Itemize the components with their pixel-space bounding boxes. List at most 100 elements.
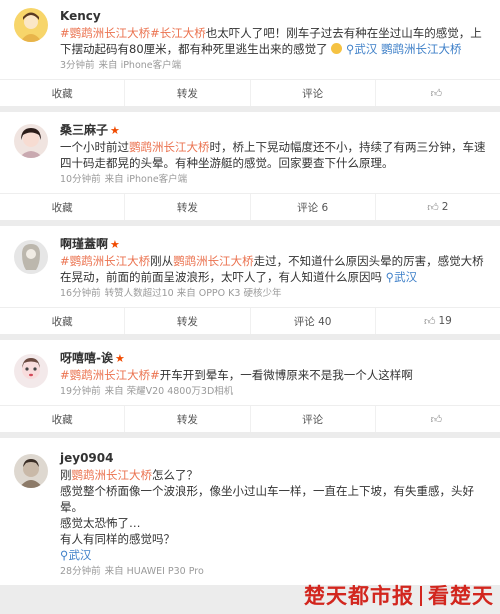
- post-meta: 3分钟前 来自 iPhone客户端: [60, 59, 490, 73]
- verified-badge-icon: ★: [110, 124, 120, 137]
- emoji-icon: [331, 43, 343, 54]
- post-source: 来自 HUAWEI P30 Pro: [104, 566, 204, 577]
- post-line: 刚鹦鹉洲长江大桥怎么了？: [60, 467, 490, 483]
- username-text: 桑三麻子: [60, 123, 109, 137]
- username[interactable]: 啊瑾蓋啊 ★: [60, 236, 490, 252]
- location-link[interactable]: 武汉: [68, 548, 91, 562]
- post-body-pre: 一个小时前过: [60, 140, 129, 154]
- watermark-divider: [420, 586, 422, 606]
- like-button[interactable]: 👍︎ 2: [374, 194, 500, 220]
- feed: Kency #鹦鹉洲长江大桥#长江大桥也太吓人了吧！刚车子过去有种在坐过山车的感…: [0, 0, 500, 585]
- thumbs-up-icon: 👍︎: [423, 314, 436, 328]
- avatar[interactable]: [14, 240, 48, 274]
- repost-label: 转发: [176, 413, 198, 426]
- hashtag[interactable]: #鹦鹉洲长江大桥#: [60, 368, 160, 382]
- username[interactable]: 呀嘻嘻-诶 ★: [60, 350, 490, 366]
- hashtag[interactable]: #鹦鹉洲长江大桥: [60, 254, 150, 268]
- thumbs-up-icon: 👍︎: [427, 200, 439, 214]
- username-text: 啊瑾蓋啊: [60, 237, 109, 251]
- action-bar: 收藏 转发 评论 6 👍︎ 2: [0, 193, 500, 220]
- post-body-mid: 刚从: [150, 254, 174, 268]
- post-line: 有人有同样的感觉吗？: [60, 532, 175, 546]
- hashtag[interactable]: 鹦鹉洲长江大桥: [173, 254, 254, 268]
- favorite-button[interactable]: 收藏: [0, 80, 124, 106]
- post-meta: 28分钟前 来自 HUAWEI P30 Pro: [60, 565, 490, 579]
- post: Kency #鹦鹉洲长江大桥#长江大桥也太吓人了吧！刚车子过去有种在坐过山车的感…: [0, 0, 500, 106]
- location-link[interactable]: 武汉: [394, 270, 417, 284]
- post-time: 28分钟前: [60, 566, 101, 577]
- comment-label: 评论 40: [293, 315, 332, 328]
- hashtag[interactable]: 鹦鹉洲长江大桥: [129, 140, 210, 154]
- like-count: 19: [438, 315, 452, 327]
- watermark-left: 楚天都市报: [304, 583, 414, 608]
- location-tag-link[interactable]: 鹦鹉洲长江大桥: [381, 42, 462, 56]
- avatar[interactable]: [14, 454, 48, 488]
- comment-label: 评论: [302, 87, 324, 100]
- post-text: #鹦鹉洲长江大桥#开车开到晕车，一看微博原来不是我一个人这样啊: [60, 367, 490, 383]
- comment-button[interactable]: 评论: [249, 406, 375, 432]
- hashtag[interactable]: 鹦鹉洲长江大桥: [72, 468, 153, 482]
- watermark-right: 看楚天: [428, 583, 494, 608]
- post: 桑三麻子 ★ 一个小时前过鹦鹉洲长江大桥时，桥上下晃动幅度还不小，持续了有两三分钟…: [0, 112, 500, 220]
- location-link[interactable]: 武汉: [354, 42, 377, 56]
- repost-label: 转发: [176, 87, 198, 100]
- favorite-label: 收藏: [51, 201, 73, 214]
- avatar[interactable]: [14, 8, 48, 42]
- post-meta: 19分钟前 来自 荣耀V20 4800万3D相机: [60, 385, 490, 399]
- favorite-label: 收藏: [51, 413, 73, 426]
- avatar[interactable]: [14, 124, 48, 158]
- post-source: 转赞人数超过10 来自 OPPO K3 硬核少年: [104, 288, 282, 299]
- avatar[interactable]: [14, 354, 48, 388]
- like-button[interactable]: 👍︎ 19: [374, 308, 500, 334]
- favorite-label: 收藏: [51, 87, 73, 100]
- post-body-post: 怎么了？: [152, 468, 198, 482]
- comment-button[interactable]: 评论 6: [249, 194, 375, 220]
- post-time: 3分钟前: [60, 60, 95, 71]
- like-button[interactable]: 👍︎: [374, 80, 500, 106]
- repost-button[interactable]: 转发: [124, 194, 249, 220]
- repost-button[interactable]: 转发: [124, 406, 249, 432]
- post-body: 开车开到晕车，一看微博原来不是我一个人这样啊: [159, 368, 413, 382]
- favorite-button[interactable]: 收藏: [0, 406, 124, 432]
- post-source: 来自 iPhone客户端: [104, 174, 188, 185]
- like-button[interactable]: 👍︎: [374, 406, 500, 432]
- favorite-button[interactable]: 收藏: [0, 308, 124, 334]
- post-text: 一个小时前过鹦鹉洲长江大桥时，桥上下晃动幅度还不小，持续了有两三分钟，车速四十码…: [60, 139, 490, 171]
- post-meta: 10分钟前 来自 iPhone客户端: [60, 173, 490, 187]
- repost-button[interactable]: 转发: [124, 80, 249, 106]
- verified-badge-icon: ★: [110, 238, 120, 251]
- newspaper-watermark: 楚天都市报 看楚天: [304, 580, 494, 610]
- comment-button[interactable]: 评论: [249, 80, 375, 106]
- post-text: 刚鹦鹉洲长江大桥怎么了？ 感觉整个桥面像一个波浪形，像坐小过山车一样，一直在上下…: [60, 467, 490, 563]
- post-line: 感觉太恐怖了…: [60, 516, 141, 530]
- comment-button[interactable]: 评论 40: [249, 308, 375, 334]
- username[interactable]: jey0904: [60, 450, 490, 466]
- repost-button[interactable]: 转发: [124, 308, 249, 334]
- favorite-button[interactable]: 收藏: [0, 194, 124, 220]
- username[interactable]: Kency: [60, 8, 490, 24]
- username[interactable]: 桑三麻子 ★: [60, 122, 490, 138]
- post-text: #鹦鹉洲长江大桥刚从鹦鹉洲长江大桥走过，不知道什么原因头晕的厉害，感觉大桥在晃动…: [60, 253, 490, 285]
- post-body-pre: 刚: [60, 468, 72, 482]
- post-text: #鹦鹉洲长江大桥#长江大桥也太吓人了吧！刚车子过去有种在坐过山车的感觉，上下摆动…: [60, 25, 490, 57]
- post-time: 10分钟前: [60, 174, 101, 185]
- action-bar: 收藏 转发 评论 👍︎: [0, 405, 500, 432]
- post: 啊瑾蓋啊 ★ #鹦鹉洲长江大桥刚从鹦鹉洲长江大桥走过，不知道什么原因头晕的厉害，感…: [0, 226, 500, 334]
- hashtag[interactable]: #长江大桥: [150, 26, 206, 40]
- post-source: 来自 荣耀V20 4800万3D相机: [104, 386, 234, 397]
- hashtag[interactable]: #鹦鹉洲长江大桥: [60, 26, 150, 40]
- post: 呀嘻嘻-诶 ★ #鹦鹉洲长江大桥#开车开到晕车，一看微博原来不是我一个人这样啊 1…: [0, 340, 500, 432]
- location-pin-icon: ⚲: [385, 270, 395, 284]
- username-text: 呀嘻嘻-诶: [60, 351, 113, 365]
- post-line: 感觉整个桥面像一个波浪形，像坐小过山车一样，一直在上下坡，有失重感，头好晕。: [60, 484, 474, 514]
- action-bar: 收藏 转发 评论 👍︎: [0, 79, 500, 106]
- post-meta: 16分钟前 转赞人数超过10 来自 OPPO K3 硬核少年: [60, 287, 490, 301]
- post-time: 19分钟前: [60, 386, 101, 397]
- comment-label: 评论 6: [297, 201, 329, 214]
- post: jey0904 刚鹦鹉洲长江大桥怎么了？ 感觉整个桥面像一个波浪形，像坐小过山车…: [0, 438, 500, 585]
- repost-label: 转发: [176, 201, 198, 214]
- thumbs-up-icon: 👍︎: [430, 412, 443, 426]
- verified-badge-icon: ★: [114, 352, 125, 365]
- repost-label: 转发: [176, 315, 198, 328]
- action-bar: 收藏 转发 评论 40 👍︎ 19: [0, 307, 500, 334]
